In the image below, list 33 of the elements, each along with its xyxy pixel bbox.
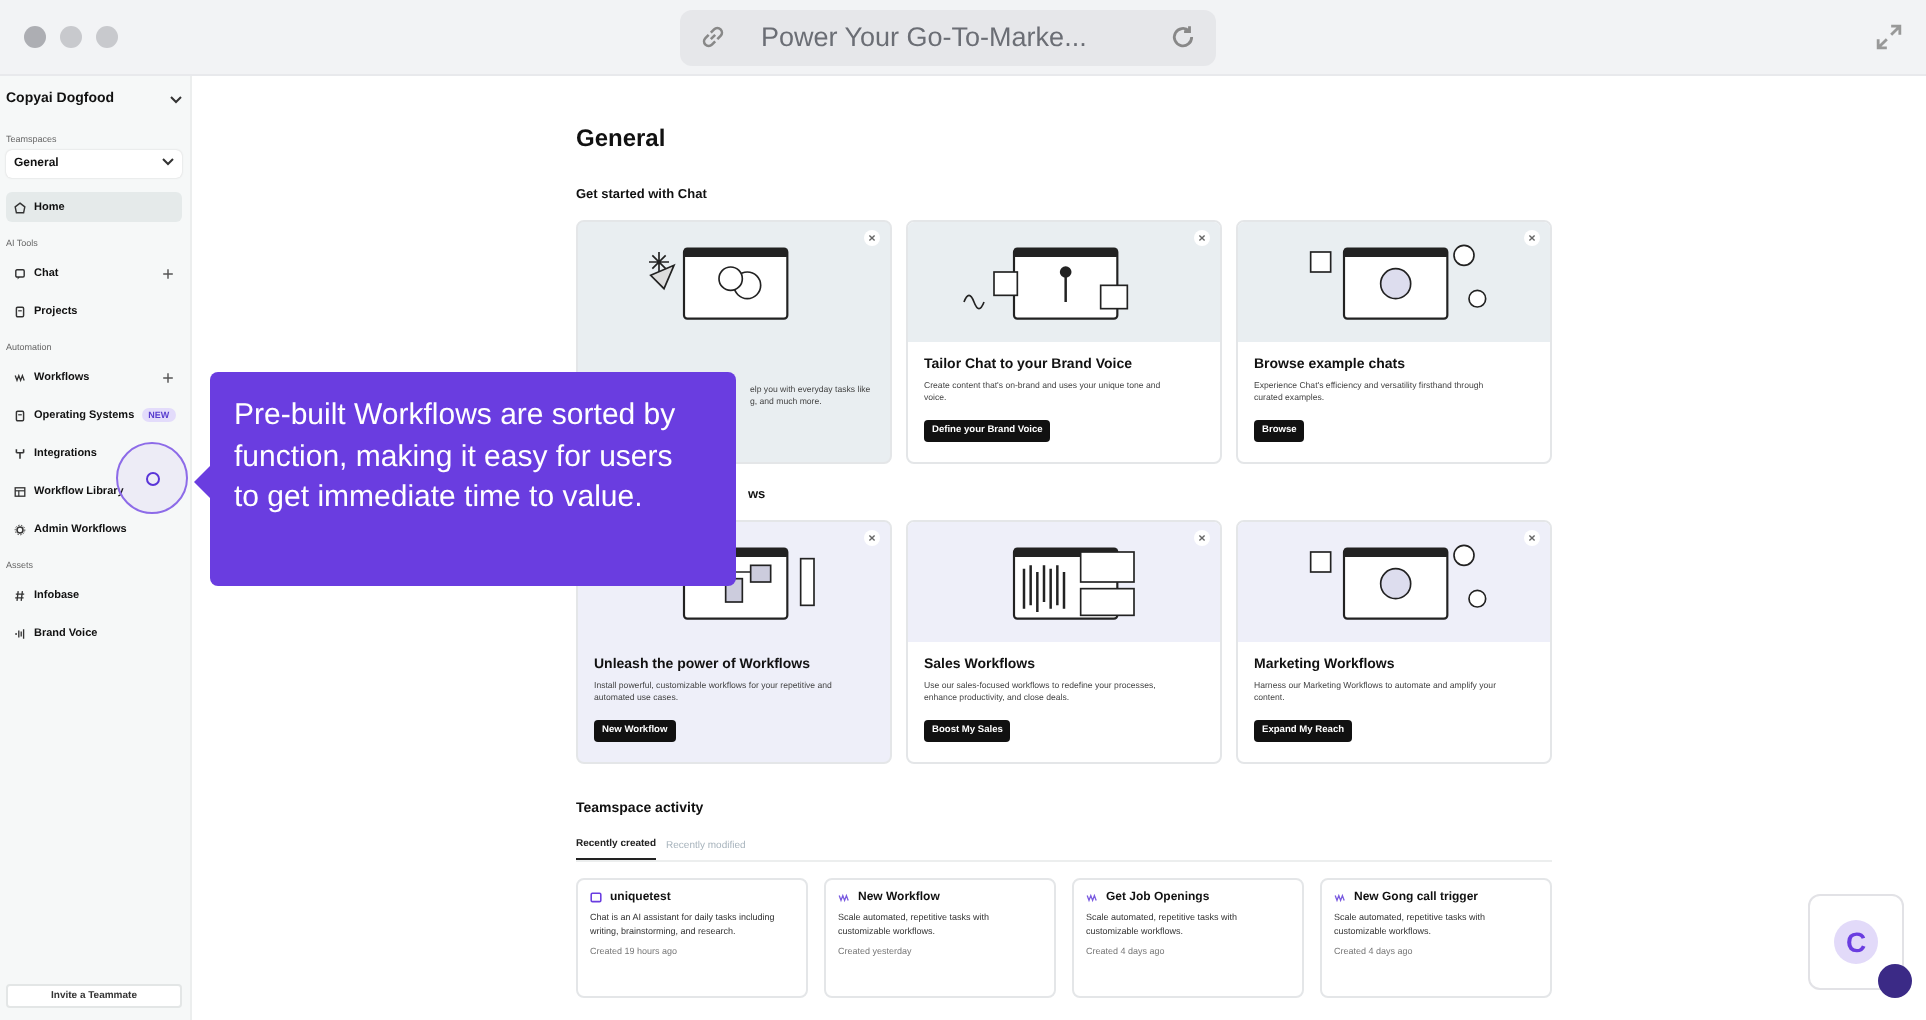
reload-icon[interactable] xyxy=(1169,24,1195,50)
gear-icon xyxy=(14,523,26,535)
grid-icon xyxy=(14,485,26,497)
close-icon[interactable] xyxy=(1194,230,1210,246)
plus-icon[interactable] xyxy=(162,267,174,279)
document-icon xyxy=(14,409,26,421)
close-icon[interactable] xyxy=(1524,230,1540,246)
chat-bubble-icon xyxy=(14,267,26,279)
home-icon xyxy=(14,201,26,213)
zigzag-icon xyxy=(14,371,26,383)
page-title: General xyxy=(576,124,668,152)
close-icon[interactable] xyxy=(864,230,880,246)
chat-bubble-icon xyxy=(590,892,602,904)
sound-wave-icon xyxy=(14,627,26,639)
close-icon[interactable] xyxy=(864,530,880,546)
chevron-down-icon[interactable] xyxy=(170,95,182,103)
link-icon xyxy=(699,24,725,50)
zigzag-icon xyxy=(1086,892,1098,904)
hash-icon xyxy=(14,589,26,601)
close-icon[interactable] xyxy=(1194,530,1210,546)
document-icon xyxy=(14,305,26,317)
plug-icon xyxy=(14,447,26,459)
tooltip: Pre-built Workflows are sorted by function, making it easy for users to get immediate time to value. xyxy=(210,372,736,586)
address-bar[interactable]: Power Your Go-To-Marke... xyxy=(679,9,1215,65)
launcher-button[interactable]: C xyxy=(1834,920,1878,964)
zigzag-icon xyxy=(838,892,850,904)
close-icon[interactable] xyxy=(1524,530,1540,546)
zigzag-icon xyxy=(1334,892,1346,904)
expand-icon[interactable] xyxy=(1876,24,1902,50)
plus-icon[interactable] xyxy=(162,371,174,383)
chat-launcher[interactable]: C xyxy=(1808,894,1904,990)
chevron-down-icon xyxy=(162,158,174,166)
notification-dot xyxy=(1878,964,1912,998)
